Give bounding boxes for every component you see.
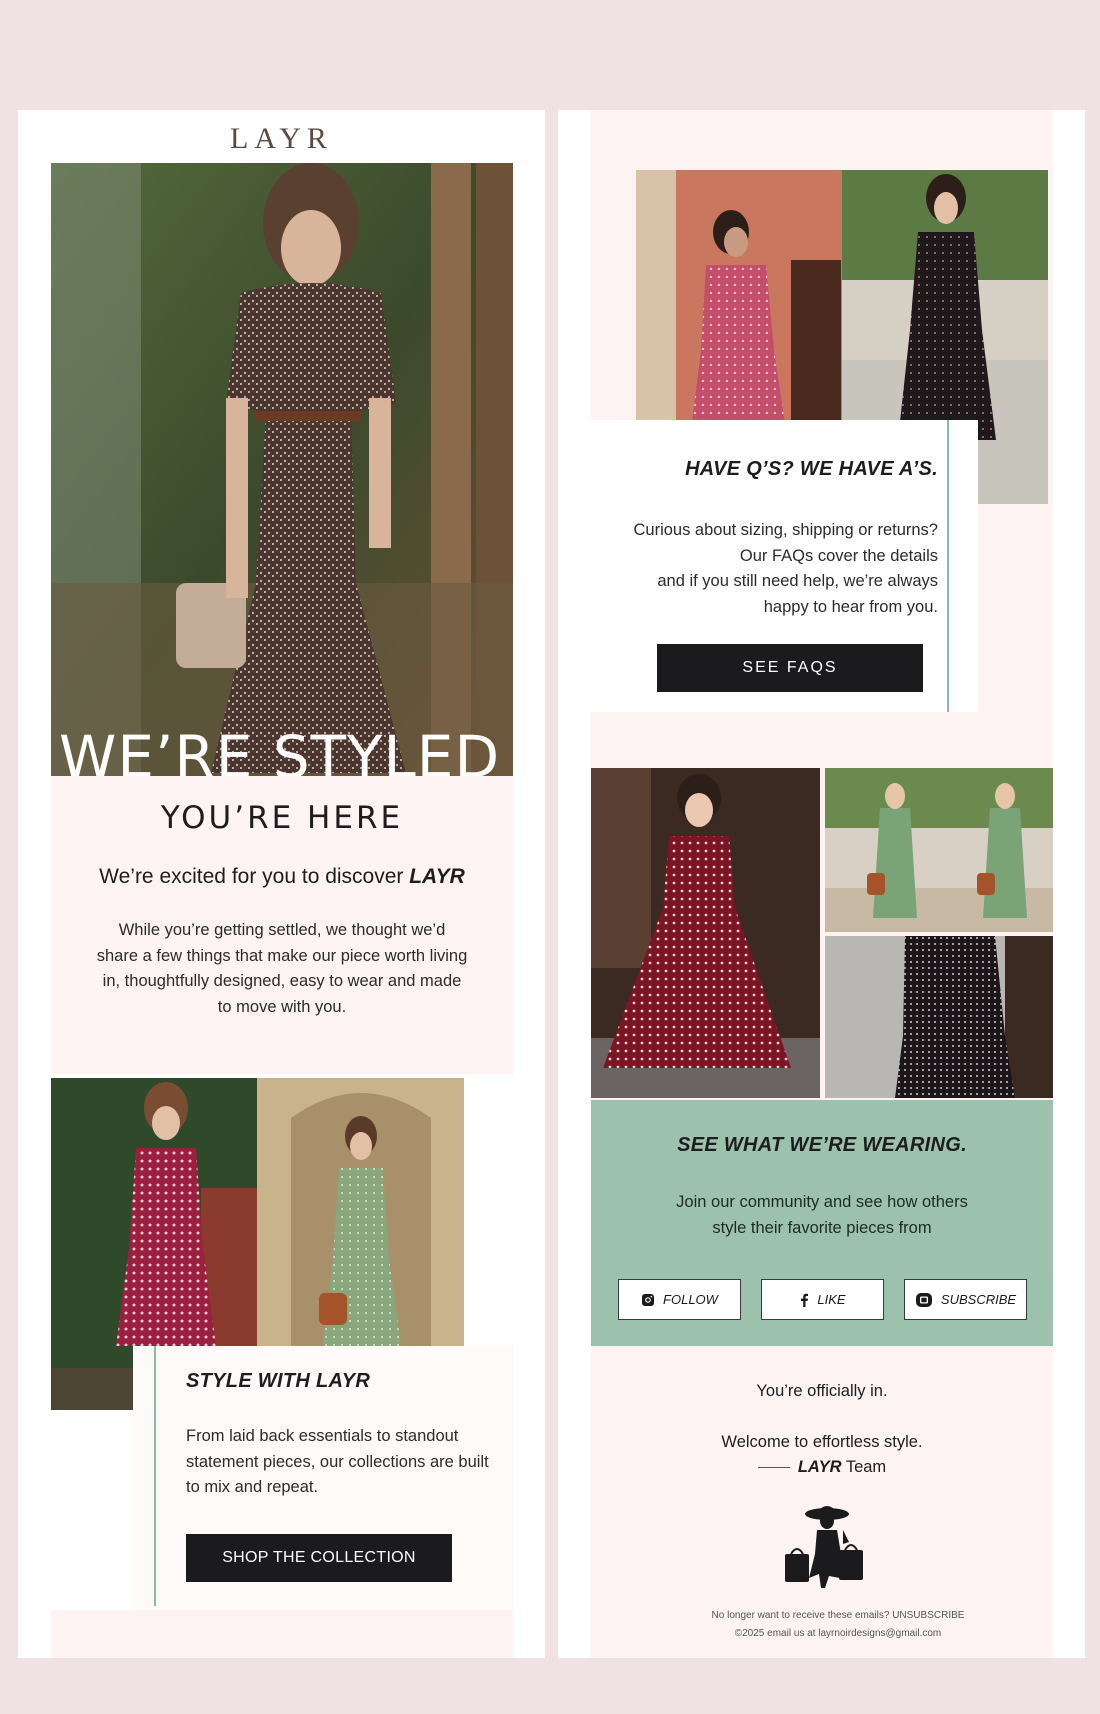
signature: LAYR Team xyxy=(591,1458,1053,1477)
style-title: STYLE WITH LAYR xyxy=(186,1370,371,1392)
faq-description: Curious about sizing, shipping or return… xyxy=(591,518,938,620)
closing-line-1: You’re officially in. xyxy=(756,1382,888,1400)
subhead-brand: LAYR xyxy=(409,865,465,888)
closing-line-2: Welcome to effortless style. xyxy=(721,1433,923,1451)
style-card-footer xyxy=(51,1610,513,1658)
hero-photo: WE’RE STYLED xyxy=(51,163,513,776)
intro-line: share a few things that make our piece w… xyxy=(96,946,468,965)
intro-line: to move with you. xyxy=(217,997,347,1016)
accent-line xyxy=(154,1346,156,1606)
shopper-silhouette-icon xyxy=(785,1506,863,1588)
email-panel-welcome: LAYR WE’RE STYLED YOU’RE HERE We’re exci… xyxy=(18,110,545,1658)
signature-dash xyxy=(757,1467,790,1469)
follow-button[interactable]: FOLLOW xyxy=(618,1279,741,1320)
instagram-icon xyxy=(641,1293,655,1307)
style-line: From laid back essentials to standout xyxy=(186,1427,459,1445)
like-label: LIKE xyxy=(817,1292,846,1307)
collage-photo-red-dress xyxy=(591,768,820,1098)
email-panel-community: HAVE Q’S? WE HAVE A’S. Curious about siz… xyxy=(558,110,1085,1658)
facebook-icon xyxy=(799,1293,809,1307)
hero-overlay-text: WE’RE STYLED xyxy=(59,723,501,776)
collage-photo-image xyxy=(825,936,1053,1098)
see-faqs-button[interactable]: SEE FAQS xyxy=(657,644,923,692)
collage-photo-black-dress xyxy=(825,936,1053,1098)
faq-line: happy to hear from you. xyxy=(763,597,938,616)
collage-photo-image xyxy=(591,768,820,1098)
style-description: From laid back essentials to standout st… xyxy=(186,1424,506,1501)
faq-line: Curious about sizing, shipping or return… xyxy=(633,521,938,539)
wearing-title: SEE WHAT WE’RE WEARING. xyxy=(677,1134,967,1156)
intro-line: While you’re getting settled, we thought… xyxy=(118,921,446,939)
intro-line: in, thoughtfully designed, easy to wear … xyxy=(102,972,462,990)
shop-collection-button[interactable]: SHOP THE COLLECTION xyxy=(186,1534,452,1582)
collage-photo-image xyxy=(825,768,1053,932)
welcome-subhead: We’re excited for you to discover LAYR xyxy=(51,865,513,889)
wearing-line: style their favorite pieces from xyxy=(712,1218,932,1237)
unsubscribe-notice[interactable]: No longer want to receive these emails? … xyxy=(558,1610,1085,1621)
shopper-silhouette-logo xyxy=(781,1502,867,1592)
brand-logo[interactable]: LAYR xyxy=(18,122,545,156)
follow-label: FOLLOW xyxy=(663,1292,718,1307)
wearing-line: Join our community and see how others xyxy=(676,1193,968,1211)
subscribe-button[interactable]: SUBSCRIBE xyxy=(904,1279,1027,1320)
like-button[interactable]: LIKE xyxy=(761,1279,884,1320)
faq-title: HAVE Q’S? WE HAVE A’S. xyxy=(685,458,938,480)
subhead-text: We’re excited for you to discover xyxy=(99,865,410,888)
youtube-icon xyxy=(915,1292,933,1308)
welcome-intro: While you’re getting settled, we thought… xyxy=(51,918,513,1020)
style-line: statement pieces, our collections are bu… xyxy=(186,1452,489,1471)
welcome-heading: YOU’RE HERE xyxy=(160,800,404,836)
wearing-description: Join our community and see how others st… xyxy=(591,1190,1053,1241)
signature-team: Team xyxy=(841,1458,887,1476)
faq-line: and if you still need help, we’re always xyxy=(657,572,938,590)
signature-brand: LAYR xyxy=(797,1458,842,1476)
hero-photo-image xyxy=(51,163,513,776)
accent-line xyxy=(947,420,949,712)
subscribe-label: SUBSCRIBE xyxy=(940,1292,1017,1307)
copyright-notice: ©2025 email us at layrnoirdesigns@gmail.… xyxy=(734,1628,942,1639)
style-line: to mix and repeat. xyxy=(186,1478,319,1496)
faq-line: Our FAQs cover the details xyxy=(739,546,938,565)
collage-photo-green-dress xyxy=(825,768,1053,932)
